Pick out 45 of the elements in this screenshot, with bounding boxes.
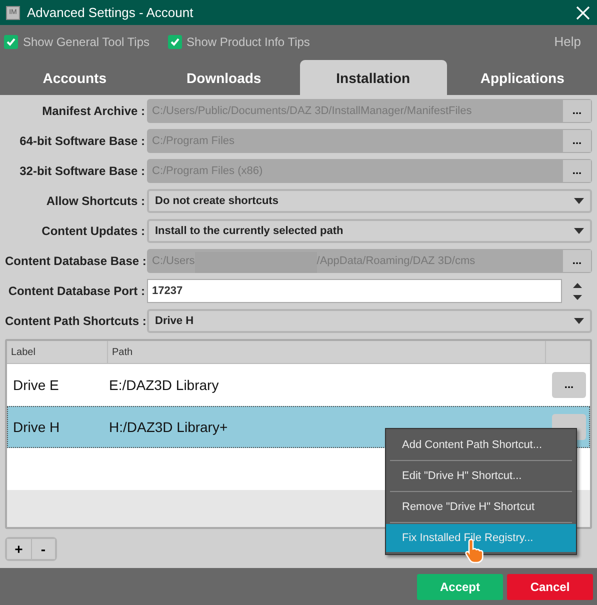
checkbox[interactable] (168, 34, 182, 48)
dropdown-arrow-icon (574, 318, 584, 324)
field-label: Allow Shortcuts : (45, 194, 145, 208)
number-field[interactable]: 17237 (147, 279, 562, 303)
close-button[interactable] (575, 4, 591, 20)
browse-button[interactable]: ... (562, 129, 592, 153)
browse-button[interactable]: ... (552, 372, 586, 398)
browse-button[interactable]: ... (562, 159, 592, 183)
table-cell-text: E:/DAZ3D Library (109, 377, 220, 393)
field-label: Content Database Port : (7, 284, 145, 298)
field-label: Content Database Base : (5, 254, 145, 268)
field-label: Content Path Shortcuts : (5, 314, 145, 328)
field-label: Manifest Archive : (41, 104, 145, 118)
checkbox[interactable] (4, 34, 18, 48)
check-icon (170, 36, 180, 46)
check-icon (6, 36, 16, 46)
browse-button[interactable]: ... (562, 99, 592, 123)
field-label: 32-bit Software Base : (18, 164, 145, 178)
up-arrow-icon (572, 282, 582, 288)
window-title: Advanced Settings - Account (27, 5, 194, 20)
field-label: Content Updates : (40, 224, 145, 238)
dropdown[interactable]: Drive H (147, 309, 592, 333)
table-cell-text: H:/DAZ3D Library+ (109, 419, 229, 435)
browse-button[interactable]: ... (562, 249, 592, 273)
field-label: 64-bit Software Base : (18, 134, 145, 148)
table-row[interactable]: Drive E E:/DAZ3D Library ... (7, 364, 590, 406)
option-label: Show Product Info Tips (186, 34, 310, 48)
tab[interactable]: Installation (300, 60, 447, 95)
down-arrow-icon (572, 294, 582, 300)
tab[interactable]: Applications (448, 60, 596, 95)
column-header[interactable]: Label (7, 341, 108, 363)
tab[interactable]: Accounts (1, 60, 148, 95)
tab[interactable]: Downloads (150, 60, 298, 95)
dropdown-arrow-icon (574, 228, 584, 234)
menu-item[interactable]: Remove "Drive H" Shortcut (386, 493, 576, 521)
table-cell-text: Drive E (12, 377, 60, 393)
table-cell-text: Drive H (12, 419, 61, 435)
dropdown[interactable]: Install to the currently selected path (147, 219, 592, 243)
cancel-button[interactable]: Cancel (507, 574, 593, 600)
remove-button[interactable]: - (30, 539, 55, 559)
dropdown-arrow-icon (574, 198, 584, 204)
close-icon (576, 6, 590, 20)
column-header[interactable]: Path (108, 341, 546, 363)
option-label: Show General Tool Tips (23, 34, 150, 48)
dropdown[interactable]: Do not create shortcuts (147, 189, 592, 213)
